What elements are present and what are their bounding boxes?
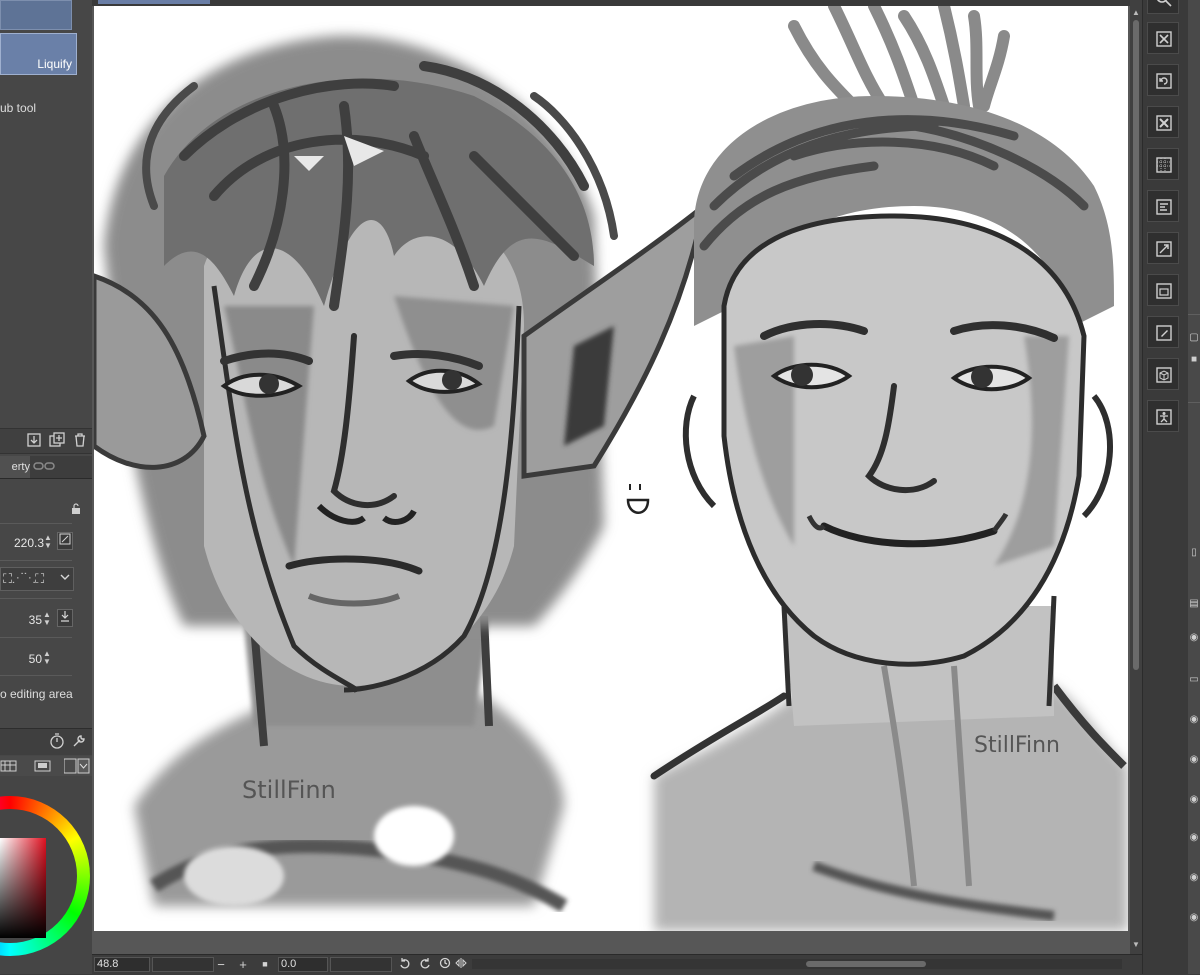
command-bar bbox=[1142, 0, 1189, 974]
strength-value[interactable]: 35 bbox=[29, 613, 42, 627]
panel-tabs: erty bbox=[0, 456, 92, 479]
signature-right: StillFinn bbox=[974, 733, 1060, 758]
wrench-icon[interactable] bbox=[71, 733, 87, 754]
divider bbox=[1188, 314, 1200, 315]
brush-size-value[interactable]: 220.3 bbox=[14, 536, 44, 550]
layer-panel-icon[interactable] bbox=[1147, 274, 1179, 306]
divider bbox=[0, 560, 72, 561]
strength-spinner[interactable]: ▲ ▼ bbox=[43, 611, 52, 627]
eye-icon[interactable]: ◉ bbox=[1188, 910, 1200, 926]
reset-rotation-icon[interactable] bbox=[438, 956, 452, 973]
pressure-settings-button[interactable] bbox=[57, 532, 73, 550]
layer-panel-edge: ▢ ■ ▯ ▤ ◉ ▭ ◉ ◉ ◉ ◉ ◉ ◉ bbox=[1188, 0, 1200, 974]
artboard[interactable]: StillFinn StillFinn bbox=[94, 6, 1128, 931]
liquify-mode-select[interactable]: ⛶⋰⋱⛶ bbox=[0, 567, 74, 591]
rotate-icon[interactable] bbox=[1147, 64, 1179, 96]
import-icon[interactable] bbox=[26, 432, 42, 448]
timer-icon[interactable] bbox=[49, 733, 65, 754]
left-portrait bbox=[94, 35, 708, 913]
artwork-sketch: StillFinn StillFinn bbox=[94, 6, 1128, 931]
vertical-scrollbar[interactable]: ▲ ▼ bbox=[1130, 0, 1142, 956]
layer-menu-icon[interactable]: ▤ bbox=[1188, 596, 1200, 612]
tool-property-panel: Liquify ub tool erty 220.3 ▲ ▼ ⛶⋰⋱⛶ 35 ▲ ▼ bbox=[0, 0, 92, 974]
vertical-scroll-thumb[interactable] bbox=[1133, 20, 1139, 670]
eye-icon[interactable]: ◉ bbox=[1188, 712, 1200, 728]
rotate-left-icon[interactable] bbox=[398, 956, 412, 973]
accessibility-icon[interactable] bbox=[1147, 400, 1179, 432]
smiley-doodle bbox=[626, 484, 650, 514]
canvas-area: StillFinn StillFinn ▲ ▼ bbox=[92, 0, 1142, 956]
scroll-down-icon[interactable]: ▼ bbox=[1131, 940, 1141, 949]
grid-icon[interactable] bbox=[1147, 148, 1179, 180]
eye-icon[interactable]: ◉ bbox=[1188, 630, 1200, 646]
rotate-right-icon[interactable] bbox=[418, 956, 432, 973]
eye-icon[interactable]: ◉ bbox=[1188, 752, 1200, 768]
color-panel-tabs bbox=[0, 756, 92, 776]
new-layer-icon[interactable] bbox=[49, 432, 65, 448]
delete-icon[interactable] bbox=[1147, 106, 1179, 138]
eye-icon[interactable]: ◉ bbox=[1188, 870, 1200, 886]
layer-checkbox[interactable]: ■ bbox=[1188, 352, 1200, 368]
subtool-tab-previous[interactable] bbox=[0, 0, 72, 30]
lock-icon[interactable] bbox=[70, 503, 82, 518]
edit-icon[interactable] bbox=[1147, 316, 1179, 348]
zoom-field[interactable]: 48.8 bbox=[94, 957, 150, 972]
zoom-out-button[interactable]: − bbox=[214, 956, 228, 973]
subtool-tab-label: Liquify bbox=[37, 57, 72, 71]
fit-view-button[interactable]: ■ bbox=[258, 956, 272, 973]
brush-size-spinner[interactable]: ▲ ▼ bbox=[44, 534, 53, 550]
divider bbox=[0, 523, 72, 524]
layer-property-icon[interactable] bbox=[1147, 190, 1179, 222]
hardness-value[interactable]: 50 bbox=[29, 652, 42, 666]
zoom-in-button[interactable]: + bbox=[236, 956, 250, 973]
divider bbox=[0, 637, 72, 638]
divider bbox=[0, 675, 72, 676]
status-bar: 48.8 − + ■ 0.0 bbox=[92, 954, 1142, 975]
search-button[interactable] bbox=[1147, 0, 1179, 14]
delete-icon[interactable] bbox=[72, 432, 88, 448]
transform-icon[interactable] bbox=[1147, 232, 1179, 264]
editing-area-option[interactable]: o editing area bbox=[0, 687, 73, 701]
strength-pressure-button[interactable] bbox=[57, 609, 73, 627]
zoom-slider[interactable] bbox=[152, 957, 214, 972]
eye-icon[interactable]: ◉ bbox=[1188, 830, 1200, 846]
chevron-down-icon bbox=[60, 571, 70, 585]
rotation-slider[interactable] bbox=[330, 957, 392, 972]
scroll-up-icon[interactable]: ▲ bbox=[1131, 8, 1141, 17]
layer-row[interactable]: ▭ bbox=[1188, 672, 1200, 688]
tab-tool-property[interactable]: erty bbox=[0, 456, 30, 478]
link-icon[interactable] bbox=[32, 460, 56, 474]
divider bbox=[0, 598, 72, 599]
hardness-spinner[interactable]: ▲ ▼ bbox=[43, 650, 52, 666]
subtool-description: ub tool bbox=[0, 101, 37, 115]
signature-left: StillFinn bbox=[242, 776, 336, 804]
layer-checkbox[interactable]: ▢ bbox=[1188, 330, 1200, 346]
layer-thumbnail[interactable]: ▯ bbox=[1188, 545, 1200, 561]
horizontal-scroll-thumb[interactable] bbox=[806, 961, 926, 967]
divider bbox=[1188, 402, 1200, 403]
mode-pattern-icon: ⛶⋰⋱⛶ bbox=[3, 571, 44, 586]
subtool-tab-liquify[interactable]: Liquify bbox=[0, 33, 77, 75]
canvas-tab[interactable] bbox=[98, 0, 210, 4]
3d-icon[interactable] bbox=[1147, 358, 1179, 390]
saturation-value-square[interactable] bbox=[0, 838, 46, 938]
eye-icon[interactable]: ◉ bbox=[1188, 792, 1200, 808]
property-footer bbox=[0, 728, 92, 755]
horizontal-scrollbar[interactable] bbox=[472, 959, 1122, 969]
flip-horizontal-icon[interactable] bbox=[454, 956, 468, 973]
rotation-field[interactable]: 0.0 bbox=[278, 957, 328, 972]
clear-icon[interactable] bbox=[1147, 22, 1179, 54]
right-portrait bbox=[650, 6, 1128, 931]
